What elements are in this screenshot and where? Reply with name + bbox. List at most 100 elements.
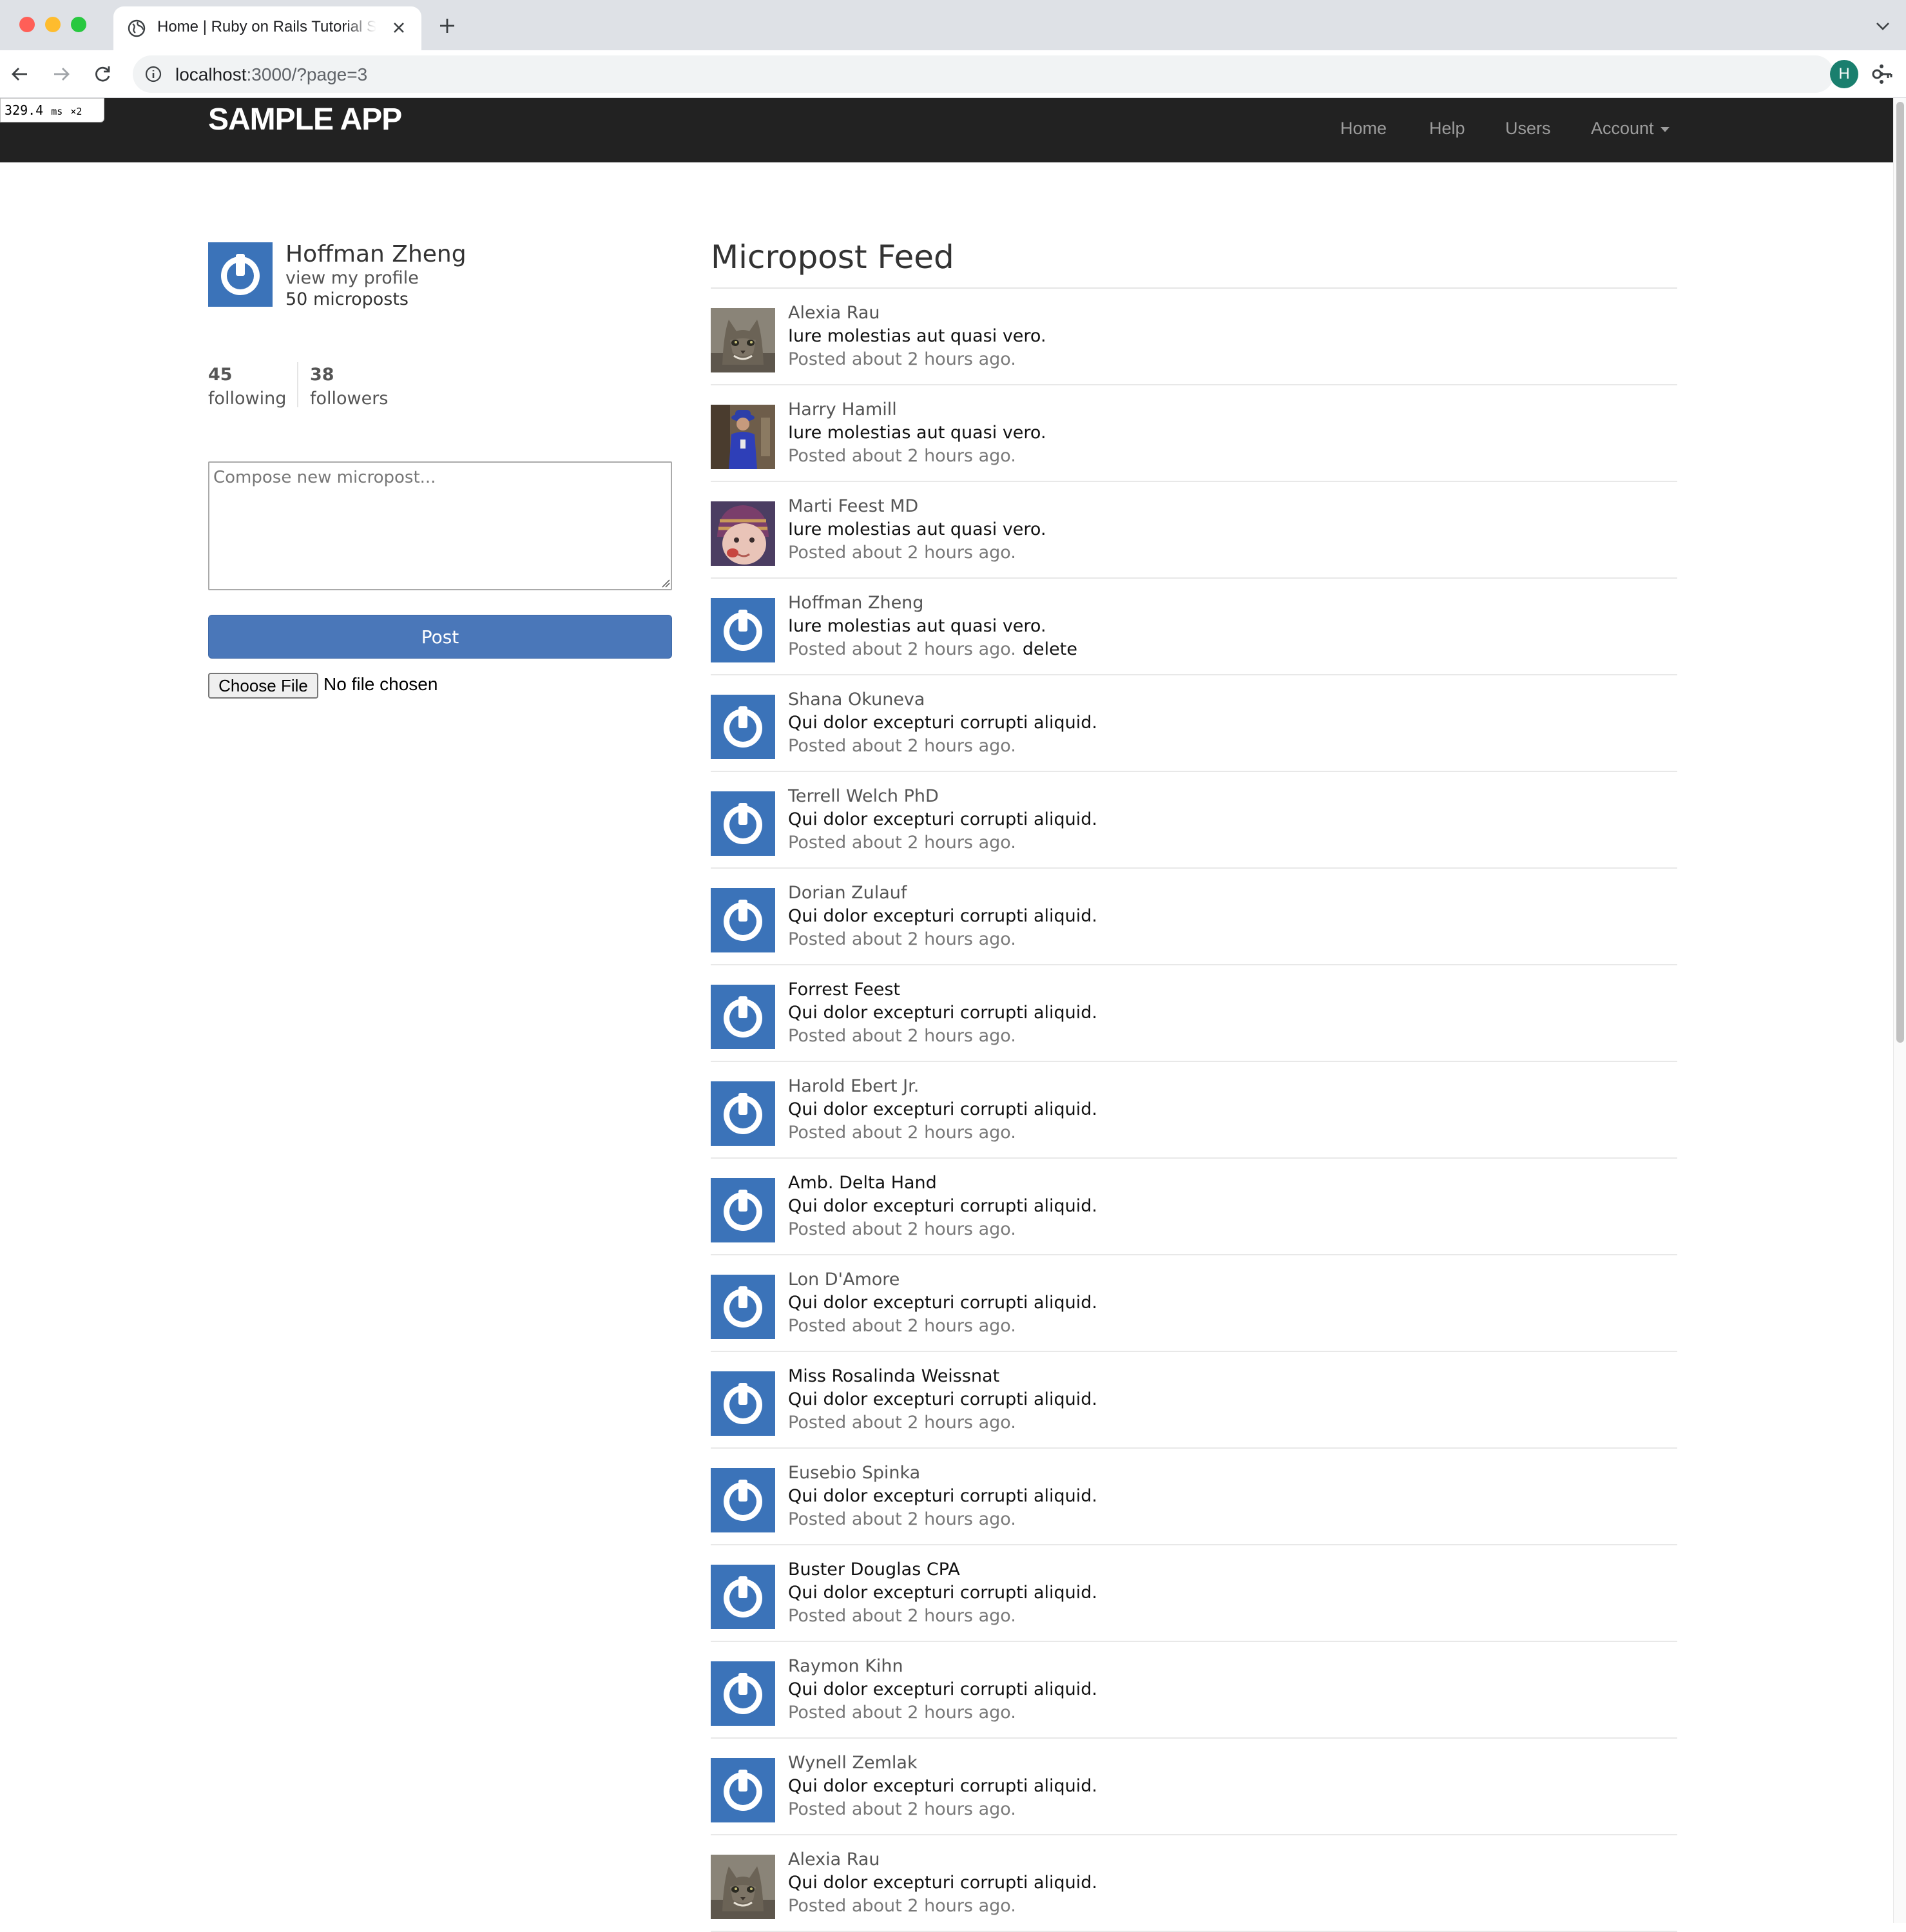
compose-micropost-input[interactable] — [208, 461, 672, 590]
scrollbar-thumb[interactable] — [1896, 102, 1904, 1043]
feed-item: Eusebio Spinka Qui dolor excepturi corrup… — [711, 1449, 1677, 1545]
nav-help[interactable]: Help — [1429, 119, 1465, 139]
feed-item-content: Qui dolor excepturi corrupti aliquid. — [788, 906, 1097, 926]
feed-item-user-link[interactable]: Terrell Welch PhD — [788, 786, 939, 806]
user-gravatar[interactable] — [711, 1371, 775, 1436]
feed-item-user-link[interactable]: Harry Hamill — [788, 400, 897, 420]
forward-arrow-icon[interactable] — [50, 63, 72, 85]
feed-item-user-link[interactable]: Buster Douglas CPA — [788, 1560, 960, 1579]
feed-item-user-link[interactable]: Wynell Zemlak — [788, 1753, 918, 1773]
file-status: No file chosen — [323, 674, 438, 694]
profiler-badge[interactable]: 329.4 ms ×2 — [0, 98, 104, 122]
feed-item-content: Iure molestias aut quasi vero. — [788, 519, 1046, 539]
user-photo-avatar[interactable] — [711, 501, 775, 566]
micropost-feed: Alexia Rau Iure molestias aut quasi vero.… — [711, 289, 1677, 1932]
user-gravatar[interactable] — [711, 791, 775, 856]
feed-item-user-link[interactable]: Harold Ebert Jr. — [788, 1076, 919, 1096]
user-gravatar[interactable] — [208, 242, 273, 307]
feed-item-timestamp: Posted about 2 hours ago. — [788, 1413, 1016, 1433]
feed-item-content: Iure molestias aut quasi vero. — [788, 616, 1046, 636]
delete-micropost-link[interactable]: delete — [1023, 639, 1077, 659]
browser-tab-strip: Home | Ruby on Rails Tutorial Sample App — [0, 0, 1906, 50]
user-photo-avatar[interactable] — [711, 1855, 775, 1919]
user-photo-avatar[interactable] — [711, 405, 775, 469]
nav-account-dropdown[interactable]: Account — [1591, 119, 1670, 139]
feed-item-user-link[interactable]: Marti Feest MD — [788, 496, 918, 516]
close-window-button[interactable] — [19, 17, 35, 32]
logo-link[interactable]: SAMPLE APP — [208, 102, 402, 137]
profiler-unit: ms — [51, 106, 63, 117]
user-gravatar[interactable] — [711, 985, 775, 1049]
user-gravatar[interactable] — [711, 1758, 775, 1822]
feed-item-user-link[interactable]: Lon D'Amore — [788, 1270, 900, 1290]
feed-item-timestamp-row: Posted about 2 hours ago. — [788, 1606, 1016, 1626]
feed-item-timestamp: Posted about 2 hours ago. — [788, 1026, 1016, 1046]
feed-item-user-link[interactable]: Raymon Kihn — [788, 1656, 903, 1676]
feed-item-timestamp-row: Posted about 2 hours ago. — [788, 1026, 1016, 1046]
browser-profile-avatar[interactable]: H — [1830, 60, 1858, 88]
view-profile-link[interactable]: view my profile — [285, 268, 419, 288]
feed-item: Raymon Kihn Qui dolor excepturi corrupti … — [711, 1642, 1677, 1739]
browser-menu-icon[interactable] — [1876, 62, 1887, 86]
feed-item-content: Qui dolor excepturi corrupti aliquid. — [788, 1099, 1097, 1119]
feed-item-timestamp-row: Posted about 2 hours ago. delete — [788, 639, 1077, 659]
user-gravatar[interactable] — [711, 1468, 775, 1532]
post-button[interactable]: Post — [208, 615, 672, 659]
feed-item-user-link[interactable]: Shana Okuneva — [788, 690, 925, 710]
choose-file-button[interactable]: Choose File — [208, 673, 318, 699]
feed-item: Buster Douglas CPA Qui dolor excepturi co… — [711, 1545, 1677, 1642]
feed-item-timestamp-row: Posted about 2 hours ago. — [788, 349, 1016, 369]
nav-home[interactable]: Home — [1340, 119, 1387, 139]
info-icon[interactable] — [144, 65, 162, 83]
feed-item-timestamp: Posted about 2 hours ago. — [788, 639, 1016, 659]
user-gravatar[interactable] — [711, 695, 775, 759]
feed-item-content: Qui dolor excepturi corrupti aliquid. — [788, 1679, 1097, 1699]
feed-item-user-link[interactable]: Dorian Zulauf — [788, 883, 907, 903]
feed-item-user-link[interactable]: Alexia Rau — [788, 1850, 880, 1869]
feed-item-timestamp-row: Posted about 2 hours ago. — [788, 1413, 1016, 1433]
feed-item-user-link[interactable]: Miss Rosalinda Weissnat — [788, 1366, 999, 1386]
chevron-down-icon[interactable] — [1875, 19, 1891, 32]
user-gravatar[interactable] — [711, 1275, 775, 1339]
feed-item: Shana Okuneva Qui dolor excepturi corrupt… — [711, 675, 1677, 772]
followers-stat[interactable]: 38 followers — [310, 365, 388, 409]
feed-item: Amb. Delta Hand Qui dolor excepturi corru… — [711, 1159, 1677, 1255]
feed-item-timestamp-row: Posted about 2 hours ago. — [788, 1316, 1016, 1336]
reload-icon[interactable] — [91, 63, 113, 85]
user-gravatar[interactable] — [711, 1178, 775, 1242]
feed-item-timestamp: Posted about 2 hours ago. — [788, 543, 1016, 563]
back-arrow-icon[interactable] — [9, 63, 31, 85]
url-text[interactable]: localhost:3000/?page=3 — [175, 64, 367, 85]
user-gravatar[interactable] — [711, 1081, 775, 1146]
feed-item-user-link[interactable]: Hoffman Zheng — [788, 593, 923, 613]
feed-item: Forrest Feest Qui dolor excepturi corrupt… — [711, 965, 1677, 1062]
profiler-time: 329.4 — [5, 102, 44, 118]
feed-item-timestamp: Posted about 2 hours ago. — [788, 1896, 1016, 1916]
browser-tab-active[interactable]: Home | Ruby on Rails Tutorial Sample App — [113, 6, 421, 50]
url-host: localhost — [175, 64, 247, 84]
feed-item: Harry Hamill Iure molestias aut quasi ver… — [711, 385, 1677, 482]
feed-item: Dorian Zulauf Qui dolor excepturi corrupt… — [711, 869, 1677, 965]
address-bar[interactable]: localhost:3000/?page=3 — [133, 55, 1892, 93]
user-gravatar[interactable] — [711, 888, 775, 952]
minimize-window-button[interactable] — [45, 17, 61, 32]
resize-grip-icon[interactable] — [661, 579, 670, 588]
zoom-window-button[interactable] — [71, 17, 86, 32]
page-scrollbar[interactable] — [1893, 98, 1906, 1923]
nav-users[interactable]: Users — [1505, 119, 1551, 139]
caret-down-icon — [1660, 126, 1670, 132]
user-photo-avatar[interactable] — [711, 308, 775, 372]
user-gravatar[interactable] — [711, 598, 775, 662]
new-tab-icon[interactable] — [438, 17, 456, 35]
feed-item-timestamp: Posted about 2 hours ago. — [788, 1123, 1016, 1143]
feed-item-user-link[interactable]: Alexia Rau — [788, 303, 880, 323]
feed-item-timestamp: Posted about 2 hours ago. — [788, 929, 1016, 949]
following-stat[interactable]: 45 following — [208, 365, 286, 409]
close-tab-icon[interactable] — [390, 19, 407, 36]
user-gravatar[interactable] — [711, 1565, 775, 1629]
user-gravatar[interactable] — [711, 1661, 775, 1726]
feed-item-content: Qui dolor excepturi corrupti aliquid. — [788, 1486, 1097, 1506]
feed-item-user-link[interactable]: Eusebio Spinka — [788, 1463, 920, 1483]
feed-item-user-link[interactable]: Forrest Feest — [788, 980, 900, 1000]
feed-item-user-link[interactable]: Amb. Delta Hand — [788, 1173, 937, 1193]
